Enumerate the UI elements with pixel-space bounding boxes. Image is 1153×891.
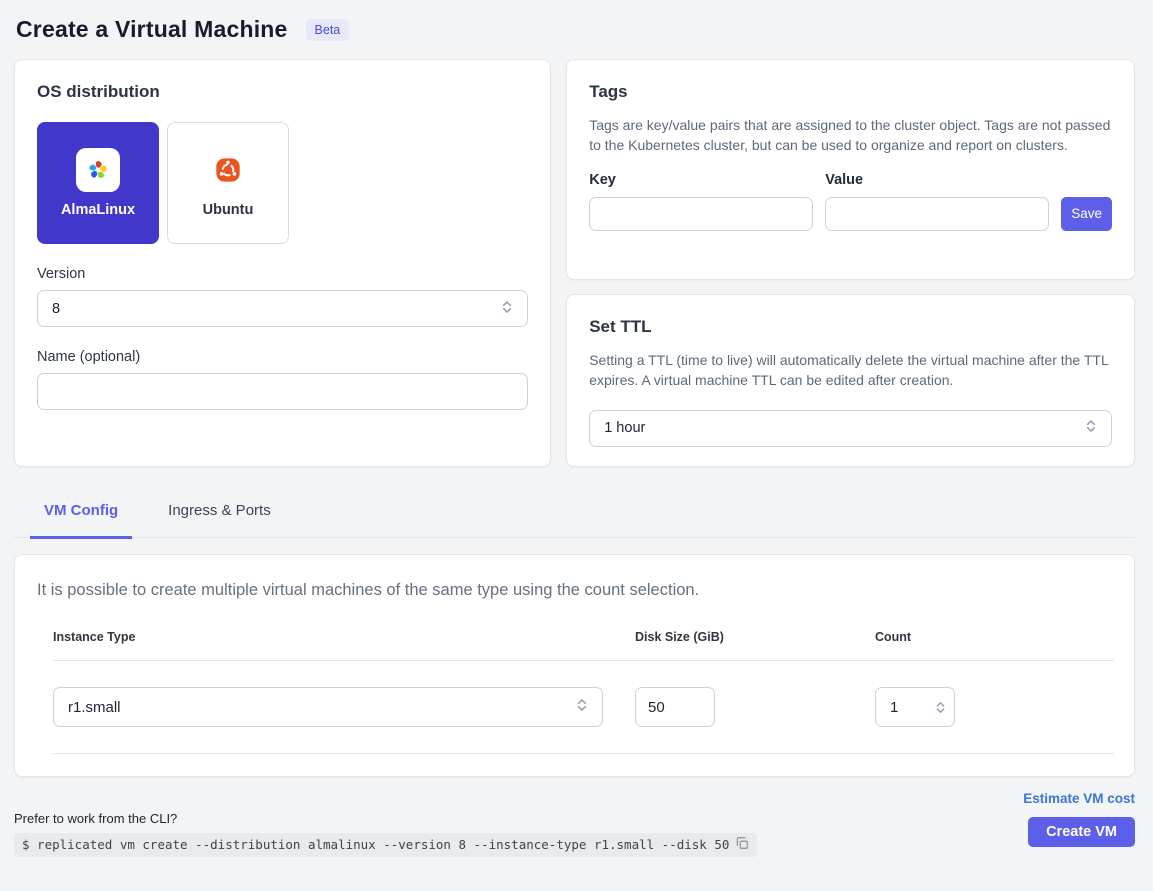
ttl-select-value: 1 hour [604, 420, 645, 436]
version-select-value: 8 [52, 301, 60, 317]
version-select[interactable]: 8 [37, 290, 528, 327]
column-header-disk-size: Disk Size (GiB) [635, 630, 875, 644]
chevron-up-down-icon [574, 697, 590, 717]
column-header-instance-type: Instance Type [53, 630, 635, 644]
vm-config-card: It is possible to create multiple virtua… [14, 554, 1135, 777]
page-header: Create a Virtual Machine Beta [14, 14, 1135, 59]
disk-size-input[interactable] [635, 687, 715, 727]
tag-value-column: Value [825, 172, 1049, 231]
count-value: 1 [876, 699, 926, 716]
create-vm-button[interactable]: Create VM [1028, 817, 1135, 847]
distro-tile-almalinux[interactable]: AlmaLinux [37, 122, 159, 244]
chevron-up-down-icon [499, 299, 515, 319]
top-cards-row: OS distribution [14, 59, 1135, 467]
distro-tile-ubuntu[interactable]: Ubuntu [167, 122, 289, 244]
os-card-title: OS distribution [37, 82, 528, 102]
save-tag-button[interactable]: Save [1061, 197, 1112, 231]
instance-type-value: r1.small [68, 699, 121, 716]
column-header-count: Count [875, 630, 1114, 644]
tag-key-label: Key [589, 172, 813, 188]
beta-badge: Beta [306, 19, 350, 41]
distribution-tiles: AlmaLinux Ubuntu [37, 122, 528, 244]
tag-key-column: Key [589, 172, 813, 231]
tags-card-description: Tags are key/value pairs that are assign… [589, 115, 1112, 156]
os-distribution-card: OS distribution [14, 59, 551, 467]
tags-card-title: Tags [589, 82, 1112, 102]
tab-bar: VM Config Ingress & Ports [14, 494, 1135, 538]
copy-button[interactable] [735, 836, 749, 853]
tab-ingress-ports[interactable]: Ingress & Ports [154, 494, 285, 539]
set-ttl-card: Set TTL Setting a TTL (time to live) wil… [566, 294, 1135, 467]
tag-value-label: Value [825, 172, 1049, 188]
page-title: Create a Virtual Machine [16, 16, 288, 43]
chevron-up-down-icon[interactable] [926, 688, 954, 726]
tags-form: Key Value Save [589, 172, 1112, 231]
vm-config-note: It is possible to create multiple virtua… [37, 581, 1112, 600]
instance-type-cell: r1.small [53, 687, 635, 727]
disk-size-cell [635, 687, 875, 727]
instance-type-select[interactable]: r1.small [53, 687, 603, 727]
page-footer: Prefer to work from the CLI? $ replicate… [14, 791, 1135, 857]
distro-tile-label: AlmaLinux [61, 202, 135, 218]
tag-value-input[interactable] [825, 197, 1049, 231]
cli-command-text: $ replicated vm create --distribution al… [22, 837, 729, 852]
vm-table-header: Instance Type Disk Size (GiB) Count [53, 630, 1114, 661]
tag-key-input[interactable] [589, 197, 813, 231]
page: Create a Virtual Machine Beta OS distrib… [0, 0, 1153, 857]
estimate-vm-cost-link[interactable]: Estimate VM cost [1023, 791, 1135, 806]
cli-prompt-text: Prefer to work from the CLI? [14, 811, 1023, 826]
count-cell: 1 [875, 687, 1114, 727]
copy-icon [735, 836, 749, 853]
ttl-card-description: Setting a TTL (time to live) will automa… [589, 350, 1112, 391]
vm-table-row: r1.small 1 [53, 661, 1114, 754]
chevron-up-down-icon [1083, 418, 1099, 438]
right-cards-column: Tags Tags are key/value pairs that are a… [566, 59, 1135, 467]
ubuntu-logo-icon [206, 148, 250, 192]
vm-table: Instance Type Disk Size (GiB) Count r1.s… [53, 630, 1114, 754]
name-label: Name (optional) [37, 349, 528, 365]
tags-card: Tags Tags are key/value pairs that are a… [566, 59, 1135, 280]
ttl-select[interactable]: 1 hour [589, 410, 1112, 447]
distro-tile-label: Ubuntu [203, 202, 254, 218]
cli-section: Prefer to work from the CLI? $ replicate… [14, 811, 1023, 857]
tab-vm-config[interactable]: VM Config [30, 494, 132, 539]
almalinux-logo-icon [76, 148, 120, 192]
version-label: Version [37, 266, 528, 282]
count-stepper[interactable]: 1 [875, 687, 955, 727]
ttl-card-title: Set TTL [589, 317, 1112, 337]
vm-name-input[interactable] [37, 373, 528, 410]
cli-command-box: $ replicated vm create --distribution al… [14, 833, 757, 857]
footer-actions: Estimate VM cost Create VM [1023, 791, 1135, 847]
